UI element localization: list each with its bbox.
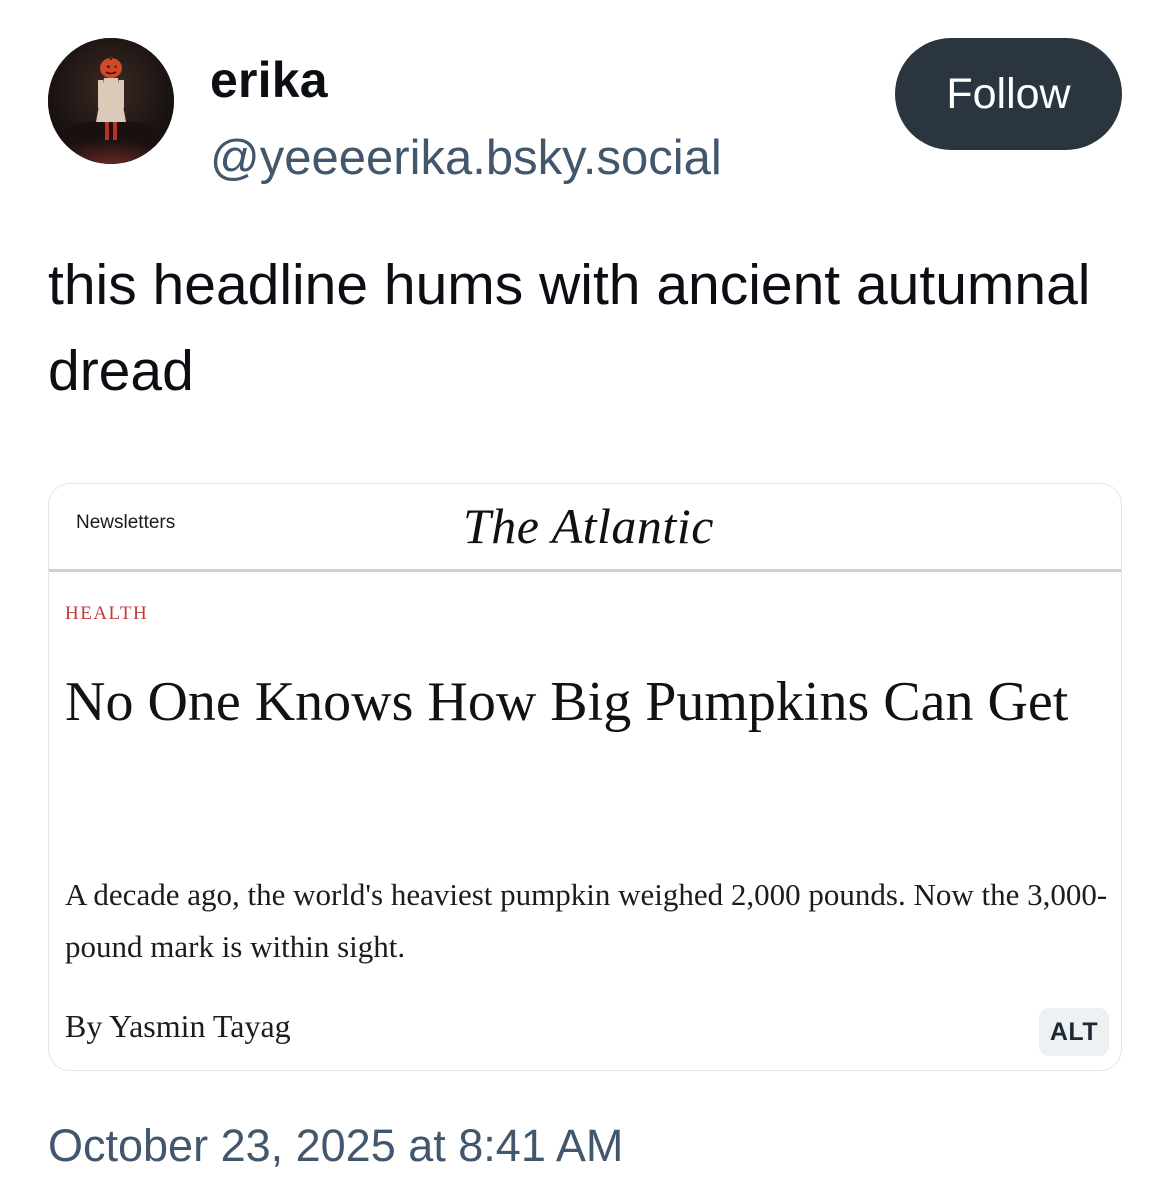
alt-text-badge[interactable]: ALT [1039,1008,1109,1056]
avatar[interactable] [48,38,174,164]
article-headline: No One Knows How Big Pumpkins Can Get [65,671,1069,733]
article-nav-link: Newsletters [76,512,176,533]
article-section: HEALTH [65,603,149,624]
author-display-name[interactable]: erika [210,48,328,112]
avatar-photo-icon [48,38,174,164]
post-timestamp[interactable]: October 23, 2025 at 8:41 AM [48,1116,623,1176]
follow-button[interactable]: Follow [895,38,1122,150]
publication-logo: The Atlantic [463,498,714,554]
article-byline: By Yasmin Tayag [65,1008,291,1044]
article-masthead: Newsletters The Atlantic [49,484,1121,572]
post-image[interactable]: Newsletters The Atlantic HEALTH No One K… [48,483,1122,1071]
article-dek: A decade ago, the world's heaviest pumpk… [65,877,1108,964]
post-text: this headline hums with ancient autumnal… [48,253,1091,403]
author-handle[interactable]: @yeeeerika.bsky.social [210,126,722,190]
